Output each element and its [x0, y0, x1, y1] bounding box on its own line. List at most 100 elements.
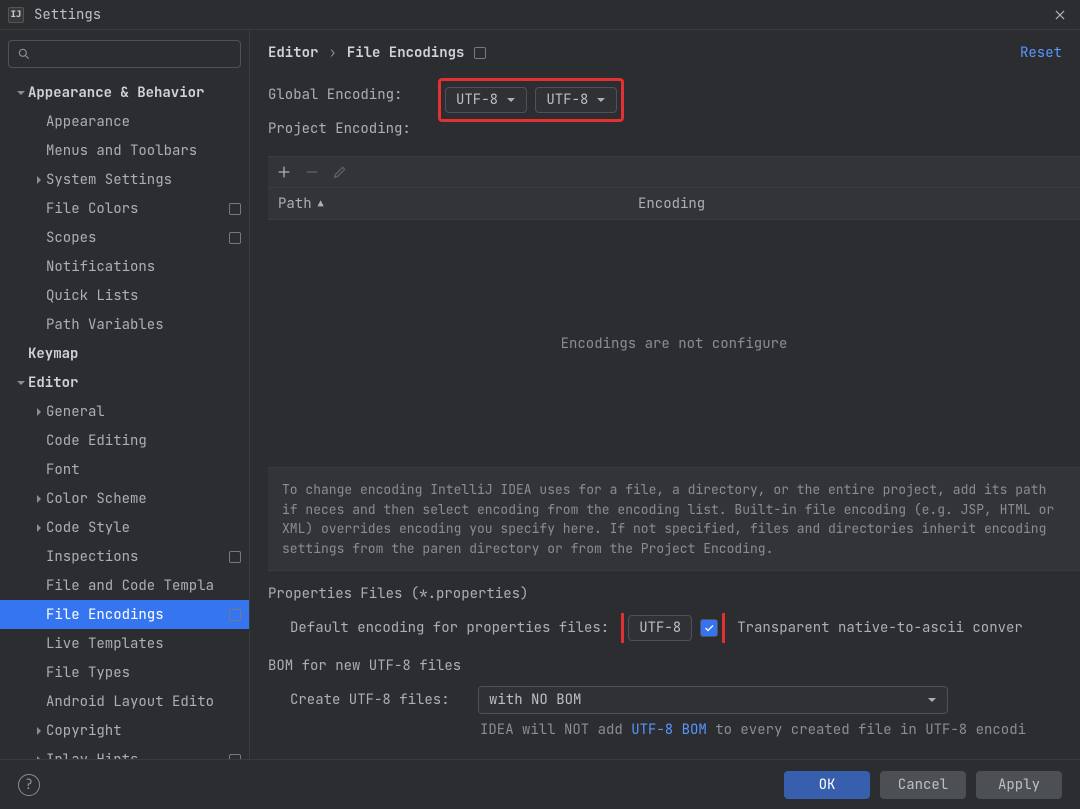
- sidebar-item[interactable]: Color Scheme: [0, 484, 249, 513]
- project-encoding-select[interactable]: UTF-8: [535, 87, 617, 113]
- sidebar-item[interactable]: File Types: [0, 658, 249, 687]
- sidebar-item[interactable]: Code Style: [0, 513, 249, 542]
- sidebar-item-label: File Encodings: [46, 601, 229, 629]
- bom-info-link[interactable]: UTF-8 BOM: [631, 721, 707, 739]
- project-badge-icon: [229, 232, 241, 244]
- cancel-button[interactable]: Cancel: [880, 771, 966, 799]
- bom-section-title: BOM for new UTF-8 files: [268, 657, 1080, 675]
- dialog-footer: ? OK Cancel Apply: [0, 759, 1080, 809]
- sidebar-item-label: General: [46, 398, 249, 426]
- bom-create-select[interactable]: with NO BOM: [478, 686, 948, 714]
- sidebar-item[interactable]: Inlay Hints: [0, 745, 249, 759]
- encoding-hint: To change encoding IntelliJ IDEA uses fo…: [268, 468, 1080, 571]
- sidebar-item-label: Code Style: [46, 514, 249, 542]
- highlight-properties: UTF-8: [621, 613, 725, 643]
- sidebar-item-label: Color Scheme: [46, 485, 249, 513]
- sidebar-item-label: Notifications: [46, 253, 249, 281]
- sidebar-item-label: Appearance & Behavior: [28, 79, 249, 107]
- sidebar-item[interactable]: Font: [0, 455, 249, 484]
- chevron-down-icon: [927, 695, 937, 705]
- chevron-icon[interactable]: [32, 405, 46, 419]
- project-encoding-label: Project Encoding:: [268, 120, 438, 138]
- sidebar-item-label: Appearance: [46, 108, 249, 136]
- global-encoding-label: Global Encoding:: [268, 86, 438, 104]
- sidebar-item-label: Inlay Hints: [46, 746, 229, 760]
- chevron-icon[interactable]: [32, 753, 46, 760]
- sidebar-item[interactable]: Scopes: [0, 223, 249, 252]
- sidebar-item-label: Keymap: [28, 340, 249, 368]
- chevron-icon[interactable]: [32, 492, 46, 506]
- transparent-ascii-checkbox[interactable]: [700, 619, 718, 637]
- settings-main: Editor › File Encodings Reset Global Enc…: [250, 30, 1080, 759]
- settings-tree[interactable]: Appearance & BehaviorAppearanceMenus and…: [0, 78, 249, 759]
- sidebar-item-label: Editor: [28, 369, 249, 397]
- breadcrumb-separator: ›: [328, 44, 336, 62]
- sidebar-item[interactable]: Copyright: [0, 716, 249, 745]
- edit-button[interactable]: [332, 164, 348, 180]
- remove-button[interactable]: [304, 164, 320, 180]
- sidebar-item[interactable]: File Encodings: [0, 600, 249, 629]
- sidebar-item-label: Quick Lists: [46, 282, 249, 310]
- sidebar-item[interactable]: General: [0, 397, 249, 426]
- sidebar-item[interactable]: Inspections: [0, 542, 249, 571]
- project-badge-icon: [229, 551, 241, 563]
- bom-create-value: with NO BOM: [489, 691, 581, 709]
- breadcrumb: Editor › File Encodings Reset: [250, 30, 1080, 72]
- ok-button[interactable]: OK: [784, 771, 870, 799]
- close-button[interactable]: [1048, 3, 1072, 27]
- chevron-down-icon: [506, 95, 516, 105]
- reset-link[interactable]: Reset: [1020, 44, 1062, 62]
- sidebar-item[interactable]: Quick Lists: [0, 281, 249, 310]
- highlight-encoding: UTF-8 UTF-8: [438, 78, 624, 122]
- project-badge-icon: [474, 47, 486, 59]
- chevron-icon[interactable]: [14, 86, 28, 100]
- chevron-icon[interactable]: [14, 376, 28, 390]
- sidebar-item-label: File Types: [46, 659, 249, 687]
- global-encoding-select[interactable]: UTF-8: [445, 87, 527, 113]
- help-button[interactable]: ?: [18, 774, 40, 796]
- column-encoding[interactable]: Encoding: [638, 195, 705, 213]
- chevron-icon[interactable]: [32, 521, 46, 535]
- sidebar-item-label: Code Editing: [46, 427, 249, 455]
- breadcrumb-parent[interactable]: Editor: [268, 44, 318, 62]
- bom-create-label: Create UTF-8 files:: [290, 691, 466, 709]
- sidebar-item[interactable]: Path Variables: [0, 310, 249, 339]
- apply-button[interactable]: Apply: [976, 771, 1062, 799]
- sidebar-item[interactable]: Menus and Toolbars: [0, 136, 249, 165]
- sidebar-item[interactable]: Code Editing: [0, 426, 249, 455]
- chevron-icon[interactable]: [32, 173, 46, 187]
- properties-encoding-value: UTF-8: [639, 619, 681, 637]
- project-badge-icon: [229, 754, 241, 760]
- sidebar-item[interactable]: Notifications: [0, 252, 249, 281]
- bom-info-line: IDEA will NOT add UTF-8 BOM to every cre…: [268, 721, 1080, 739]
- project-badge-icon: [229, 609, 241, 621]
- sidebar-item[interactable]: Keymap: [0, 339, 249, 368]
- sidebar-item[interactable]: Live Templates: [0, 629, 249, 658]
- properties-section-title: Properties Files (*.properties): [268, 585, 1080, 603]
- sidebar-item[interactable]: File and Code Templa: [0, 571, 249, 600]
- global-encoding-value: UTF-8: [456, 91, 498, 109]
- sidebar-item[interactable]: Android Layout Edito: [0, 687, 249, 716]
- sidebar-item-label: File Colors: [46, 195, 229, 223]
- sidebar-item[interactable]: File Colors: [0, 194, 249, 223]
- sidebar-item-label: Menus and Toolbars: [46, 137, 249, 165]
- chevron-icon[interactable]: [32, 724, 46, 738]
- search-icon: [17, 47, 31, 61]
- sidebar-item[interactable]: Appearance: [0, 107, 249, 136]
- properties-encoding-select[interactable]: UTF-8: [628, 615, 692, 641]
- settings-sidebar: Appearance & BehaviorAppearanceMenus and…: [0, 30, 250, 759]
- sidebar-item-label: System Settings: [46, 166, 249, 194]
- column-path[interactable]: Path ▲: [278, 195, 638, 213]
- chevron-down-icon: [596, 95, 606, 105]
- add-button[interactable]: [276, 164, 292, 180]
- encodings-table-body: Encodings are not configure: [268, 220, 1080, 468]
- sidebar-item-label: File and Code Templa: [46, 572, 249, 600]
- search-input[interactable]: [8, 40, 241, 68]
- sidebar-item[interactable]: Appearance & Behavior: [0, 78, 249, 107]
- breadcrumb-leaf: File Encodings: [347, 44, 465, 62]
- sidebar-item-label: Live Templates: [46, 630, 249, 658]
- sidebar-item-label: Path Variables: [46, 311, 249, 339]
- sidebar-item[interactable]: System Settings: [0, 165, 249, 194]
- window-title: Settings: [34, 6, 1048, 24]
- sidebar-item[interactable]: Editor: [0, 368, 249, 397]
